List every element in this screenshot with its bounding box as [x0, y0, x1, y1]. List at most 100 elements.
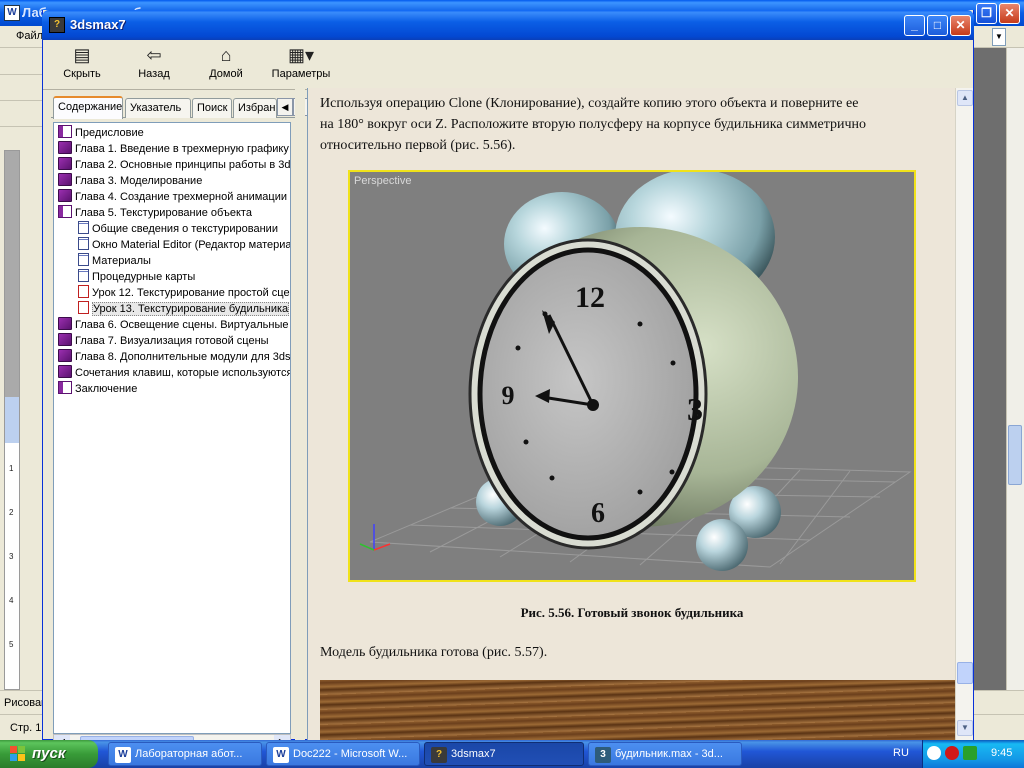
page-red-icon: [78, 301, 89, 314]
system-tray: 9:45: [922, 740, 1024, 768]
alarm-clock-render: 12 3 6 9: [359, 169, 912, 571]
toc-item[interactable]: Общие сведения о текстурировании: [78, 221, 278, 237]
task-button[interactable]: W Doc222 - Microsoft W...: [266, 742, 420, 766]
chevron-down-icon[interactable]: ▼: [992, 28, 1006, 46]
contents-tree: Предисловие Глава 1. Введение в трехмерну…: [53, 122, 291, 734]
menu-file[interactable]: Файл: [16, 30, 43, 42]
book-closed-icon: [58, 365, 72, 378]
minimize-button[interactable]: _: [904, 15, 925, 36]
clock-numeral: 3: [687, 391, 703, 427]
page-indicator: Стр. 1: [10, 722, 42, 734]
toc-item-label: Глава 7. Визуализация готовой сцены: [75, 335, 269, 347]
background-toolbar-2: [0, 75, 44, 101]
toc-item[interactable]: Глава 1. Введение в трехмерную графику: [58, 141, 289, 157]
paragraph-line: на 180° вокруг оси Z. Расположите вторую…: [320, 117, 867, 132]
page-red-icon: [78, 285, 89, 298]
figure-caption: Рис. 5.56. Готовый звонок будильника: [520, 605, 744, 620]
toc-item[interactable]: Глава 7. Визуализация готовой сцены: [58, 333, 269, 349]
background-toolbar-1: [0, 49, 44, 75]
toc-item-label: Заключение: [75, 383, 138, 395]
toc-item[interactable]: Глава 4. Создание трехмерной анимации: [58, 189, 287, 205]
toc-item-label: Глава 2. Основные принципы работы в 3ds …: [75, 159, 291, 171]
toc-item-label: Окно Material Editor (Редактор материало…: [92, 239, 291, 251]
content-vertical-scrollbar[interactable]: ▲ ▼: [955, 88, 973, 740]
vertical-ruler: 1 2 3 4 5: [4, 150, 20, 690]
scroll-down-icon[interactable]: ▼: [957, 720, 973, 736]
help-icon: ?: [431, 747, 447, 763]
start-button[interactable]: пуск: [0, 740, 98, 768]
tab-contents[interactable]: Содержание: [53, 96, 123, 119]
language-indicator[interactable]: RU: [893, 747, 909, 759]
antivirus-icon[interactable]: [945, 746, 959, 760]
home-button[interactable]: ⌂ Домой: [191, 42, 261, 88]
scroll-up-icon[interactable]: ▲: [957, 90, 973, 106]
toc-item[interactable]: Заключение: [58, 381, 137, 397]
help-icon: ?: [49, 17, 65, 33]
toc-item[interactable]: Предисловие: [58, 125, 144, 141]
nav-tabs: Содержание Указатель Поиск Избранное ◀ ▶: [51, 96, 309, 119]
toc-item[interactable]: Глава 6. Освещение сцены. Виртуальные ка…: [58, 317, 290, 333]
toc-item-label: Сочетания клавиш, которые используются: [75, 367, 291, 379]
task-button[interactable]: 3 будильник.max - 3d...: [588, 742, 742, 766]
toc-item[interactable]: Глава 3. Моделирование: [58, 173, 202, 189]
task-button[interactable]: W Лабораторная абот...: [108, 742, 262, 766]
task-button[interactable]: ? 3dsmax7: [424, 742, 584, 766]
help-toolbar: ▤ Скрыть ⇦ Назад ⌂ Домой ▦▾ Параметры: [43, 40, 973, 90]
close-button[interactable]: ✕: [950, 15, 971, 36]
toc-item[interactable]: Сочетания клавиш, которые используются: [58, 365, 291, 381]
restore-button[interactable]: ❐: [976, 3, 997, 24]
toc-item-label: Урок 12. Текстурирование простой сцены: [92, 287, 291, 299]
book-closed-icon: [58, 141, 72, 154]
toc-item-label: Общие сведения о текстурировании: [92, 223, 278, 235]
book-open-icon: [58, 205, 72, 218]
close-button[interactable]: ✕: [999, 3, 1020, 24]
scrollbar-thumb[interactable]: [1008, 425, 1022, 485]
hide-button[interactable]: ▤ Скрыть: [47, 42, 117, 88]
paragraph-line: Используя операцию Clone (Клонирование),…: [320, 96, 859, 111]
page-icon: [78, 269, 89, 282]
vertical-scrollbar[interactable]: [1006, 48, 1024, 690]
paragraph-line: Модель будильника готова (рис. 5.57).: [320, 645, 548, 660]
maximize-button[interactable]: □: [927, 15, 948, 36]
hide-pane-icon: ▤: [73, 45, 91, 65]
book-closed-icon: [58, 349, 72, 362]
word-icon: W: [273, 747, 289, 763]
toc-item-label: Процедурные карты: [92, 271, 196, 283]
toc-item-label: Глава 1. Введение в трехмерную графику: [75, 143, 289, 155]
tab-index[interactable]: Указатель: [125, 98, 191, 118]
toc-item-label: Глава 4. Создание трехмерной анимации: [75, 191, 287, 203]
chevron-left-icon[interactable]: ◀: [277, 98, 293, 116]
background-toolbar-3: [0, 101, 44, 127]
toc-item-label: Предисловие: [75, 127, 144, 139]
toc-item[interactable]: Урок 13. Текстурирование будильника: [78, 301, 290, 317]
options-button[interactable]: ▦▾ Параметры: [261, 42, 341, 88]
navigation-pane: Содержание Указатель Поиск Избранное ◀ ▶…: [51, 96, 309, 750]
back-button[interactable]: ⇦ Назад: [119, 42, 189, 88]
toc-item[interactable]: Глава 5. Текстурирование объекта: [58, 205, 252, 221]
book-closed-icon: [58, 157, 72, 170]
viewport-label: Perspective: [354, 175, 412, 187]
book-open-icon: [58, 381, 72, 394]
help-window: ? 3dsmax7 _ □ ✕ ▤ Скрыть ⇦ Назад ⌂ Домой…: [42, 10, 974, 750]
toc-item[interactable]: Материалы: [78, 253, 151, 269]
toc-item[interactable]: Глава 8. Дополнительные модули для 3ds m…: [58, 349, 290, 365]
toc-item[interactable]: Урок 12. Текстурирование простой сцены: [78, 285, 291, 301]
toc-item[interactable]: Глава 2. Основные принципы работы в 3ds …: [58, 157, 291, 173]
figure-viewport-image: Perspective 12 3 6 9: [348, 169, 916, 582]
windows-logo-icon: [10, 746, 26, 762]
page-icon: [78, 221, 89, 234]
network-icon[interactable]: [963, 746, 977, 760]
pane-splitter[interactable]: [295, 88, 305, 740]
scrollbar-thumb[interactable]: [957, 662, 973, 684]
max-icon: 3: [595, 747, 611, 763]
toc-item-label: Материалы: [92, 255, 151, 267]
word-icon: W: [4, 5, 20, 21]
tab-favorites[interactable]: Избранное: [233, 98, 277, 118]
tab-search[interactable]: Поиск: [192, 98, 232, 118]
help-title-bar[interactable]: ? 3dsmax7 _ □ ✕: [42, 10, 974, 40]
toc-item[interactable]: Окно Material Editor (Редактор материало…: [78, 237, 291, 253]
toc-item[interactable]: Процедурные карты: [78, 269, 195, 285]
next-figure-image: [320, 680, 955, 740]
paragraph-line: относительно первой (рис. 5.56).: [320, 138, 516, 153]
tray-arrow-icon[interactable]: [927, 746, 941, 760]
